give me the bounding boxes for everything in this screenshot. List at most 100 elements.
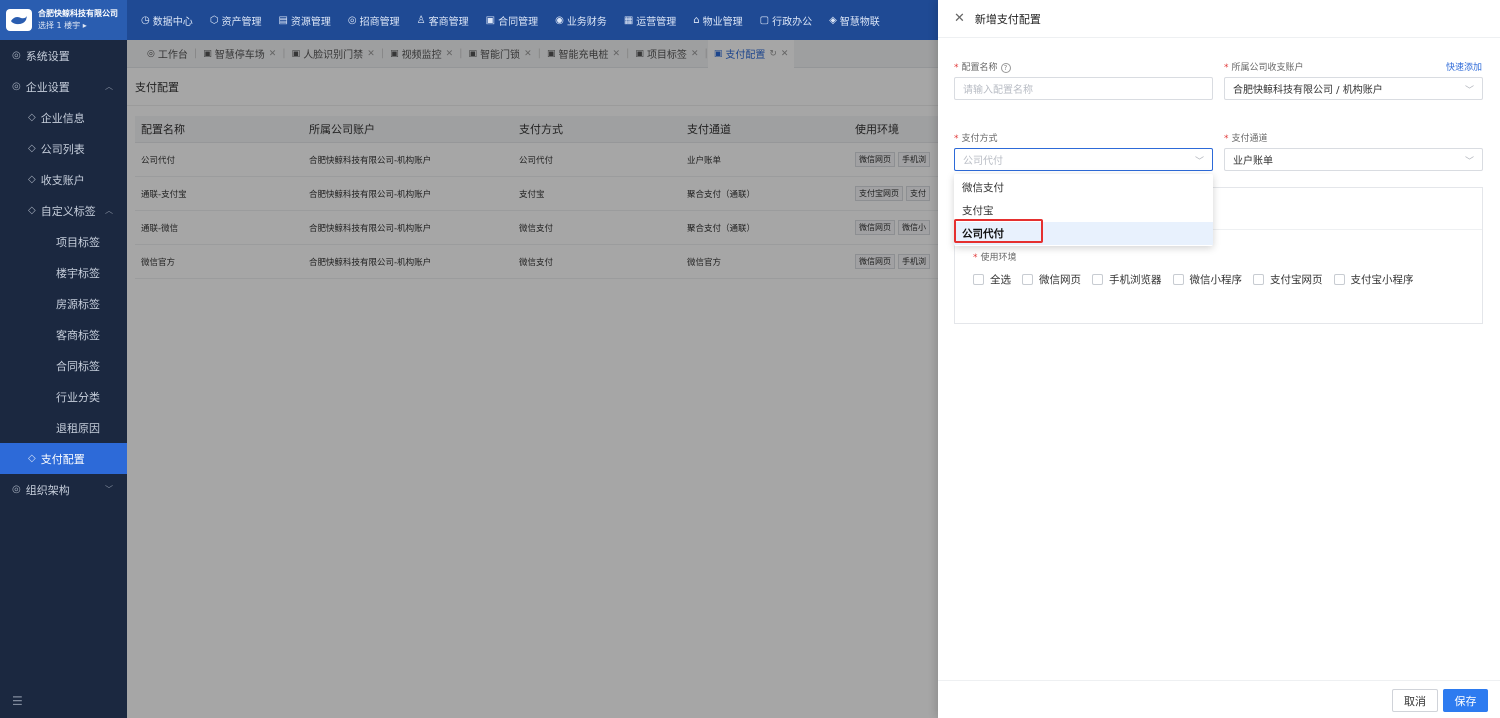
nav-item[interactable]: ♙ 客商管理 [417, 13, 469, 28]
pay-method-placeholder: 公司代付 [963, 156, 1003, 167]
add-payment-config-drawer: ✕ 新增支付配置 * 配置名称? 请输入配置名称 * 所属公司收支账户 快速添加 合… [938, 0, 1500, 718]
sidebar-item[interactable]: ◇ 自定义标签 ︿ [0, 195, 127, 226]
sidebar-item[interactable]: ◇ 支付配置 [0, 443, 127, 474]
nav-item[interactable]: ▢ 行政办公 [760, 13, 812, 28]
env-checkbox[interactable]: 微信网页 [1022, 272, 1081, 287]
menu-icon: ◎ [12, 484, 21, 495]
nav-label: 客商管理 [428, 16, 469, 28]
nav-icon: ◉ [555, 14, 564, 26]
nav-item[interactable]: ◷ 数据中心 [141, 13, 193, 28]
account-select[interactable]: 合肥快鲸科技有限公司 / 机构账户 ﹀ [1224, 77, 1483, 100]
menu-icon: ◇ [28, 453, 36, 464]
env-checkbox[interactable]: 支付宝网页 [1253, 272, 1323, 287]
checkbox-icon[interactable] [1172, 274, 1184, 285]
checkbox-icon[interactable] [973, 274, 984, 285]
sidebar-item-label: 客商标签 [56, 328, 100, 342]
sidebar-item[interactable]: ◎ 组织架构 ﹀ [0, 474, 127, 505]
nav-label: 运营管理 [636, 16, 677, 28]
config-name-input[interactable]: 请输入配置名称 [954, 77, 1213, 100]
nav-label: 业务财务 [566, 16, 607, 28]
nav-icon: ⬡ [209, 14, 219, 26]
dropdown-option[interactable]: 微信支付 [954, 176, 1213, 199]
sidebar-item[interactable]: ◇ 公司列表 [0, 133, 127, 164]
env-checkbox[interactable]: 手机浏览器 [1092, 272, 1162, 287]
nav-item[interactable]: ⬡ 资产管理 [210, 13, 262, 28]
env-checkboxes: 全选 微信网页 手机浏览器 微信小程序 支付宝网页 支付宝小程序 [973, 272, 1425, 287]
checkbox-icon[interactable] [1253, 274, 1264, 285]
main-menu: ◷ 数据中心 ⬡ 资产管理 ▤ 资源管理 ◎ 招商管理 ♙ 客商管理 ▣ 合同管理 ◉ 业务财务 ▦ 运营管理… [127, 13, 897, 28]
nav-label: 智慧物联 [839, 16, 880, 28]
sidebar-item[interactable]: ◇ 企业信息 [0, 102, 127, 133]
env-checkbox[interactable]: 微信小程序 [1172, 272, 1243, 287]
checkbox-label: 支付宝网页 [1270, 274, 1323, 286]
nav-item[interactable]: ◎ 招商管理 [348, 13, 400, 28]
chevron-down-icon: ﹀ [1464, 157, 1474, 167]
sidebar-item-label: 合同标签 [56, 359, 100, 373]
menu-icon: ◎ [12, 81, 21, 92]
sidebar-item-label: 自定义标签 [40, 204, 96, 218]
sidebar-item-label: 支付配置 [40, 452, 85, 466]
sidebar-item[interactable]: ◎ 企业设置 ︿ [0, 71, 127, 102]
close-icon[interactable]: ✕ [954, 11, 965, 26]
nav-icon: ▢ [759, 14, 770, 26]
sidebar-item-label: 收支账户 [40, 173, 85, 187]
chevron-icon: ︿ [105, 206, 113, 215]
sidebar-item-label: 房源标签 [56, 297, 100, 311]
nav-label: 数据中心 [152, 16, 193, 28]
sidebar-item[interactable]: 楼宇标签 [0, 257, 127, 288]
channel-select-value: 业户账单 [1233, 156, 1273, 167]
sidebar-item[interactable]: 项目标签 [0, 226, 127, 257]
channel-select[interactable]: 业户账单 ﹀ [1224, 148, 1483, 171]
sidebar-item[interactable]: 房源标签 [0, 288, 127, 319]
menu-icon: ◇ [28, 205, 36, 216]
nav-icon: ◈ [829, 14, 837, 26]
chevron-down-icon: ﹀ [1464, 86, 1474, 96]
save-button[interactable]: 保存 [1443, 689, 1488, 712]
sidebar-item-label: 组织架构 [25, 483, 70, 497]
building-selector[interactable]: 选择 1 楼宇 ▸ [38, 20, 118, 32]
sidebar-item-label: 楼宇标签 [56, 266, 100, 280]
env-checkbox[interactable]: 全选 [973, 272, 1011, 287]
nav-item[interactable]: ⌂ 物业管理 [693, 13, 742, 28]
menu-icon: ◇ [28, 174, 36, 185]
brand-switcher[interactable]: 合肥快鲸科技有限公司 选择 1 楼宇 ▸ [0, 0, 127, 40]
nav-item[interactable]: ◉ 业务财务 [555, 13, 607, 28]
config-name-label: * 配置名称? [954, 60, 1011, 73]
quick-add-link[interactable]: 快速添加 [1446, 60, 1482, 73]
drawer-title: 新增支付配置 [974, 12, 1041, 26]
nav-label: 招商管理 [359, 16, 400, 28]
chevron-icon: ﹀ [105, 485, 113, 494]
sidebar-item[interactable]: 行业分类 [0, 381, 127, 412]
checkbox-label: 微信小程序 [1189, 274, 1243, 286]
checkbox-icon[interactable] [1333, 274, 1345, 285]
chevron-icon: ︿ [105, 82, 113, 91]
sidebar-item[interactable]: 退租原因 [0, 412, 127, 443]
whale-logo-icon [6, 9, 32, 31]
chevron-up-icon: ﹀ [1194, 157, 1204, 167]
collapse-menu-icon[interactable]: ☰ [12, 694, 23, 708]
sidebar-item[interactable]: ◇ 收支账户 [0, 164, 127, 195]
highlight-box [954, 219, 1043, 243]
checkbox-icon[interactable] [1022, 274, 1033, 285]
sidebar-item[interactable]: ◎ 系统设置 [0, 40, 127, 71]
sidebar-item[interactable]: 客商标签 [0, 319, 127, 350]
help-icon[interactable]: ? [1000, 63, 1011, 73]
modal-mask[interactable] [127, 40, 938, 718]
sidebar-item-label: 企业设置 [25, 80, 70, 94]
nav-icon: ◷ [141, 14, 150, 26]
nav-item[interactable]: ▤ 资源管理 [278, 13, 330, 28]
nav-item[interactable]: ◈ 智慧物联 [829, 13, 880, 28]
cancel-button[interactable]: 取消 [1392, 689, 1438, 712]
nav-item[interactable]: ▣ 合同管理 [486, 13, 538, 28]
nav-icon: ▤ [278, 14, 288, 26]
company-name: 合肥快鲸科技有限公司 [38, 9, 118, 18]
pay-method-select[interactable]: 公司代付 ﹀ [954, 148, 1213, 171]
nav-item[interactable]: ▦ 运营管理 [624, 13, 676, 28]
nav-label: 物业管理 [702, 16, 743, 28]
env-checkbox[interactable]: 支付宝小程序 [1333, 272, 1414, 287]
sidebar-item-label: 系统设置 [25, 49, 70, 63]
sidebar-item[interactable]: 合同标签 [0, 350, 127, 381]
checkbox-label: 微信网页 [1039, 274, 1081, 286]
sidebar-item-label: 公司列表 [40, 142, 85, 156]
checkbox-icon[interactable] [1092, 274, 1103, 285]
